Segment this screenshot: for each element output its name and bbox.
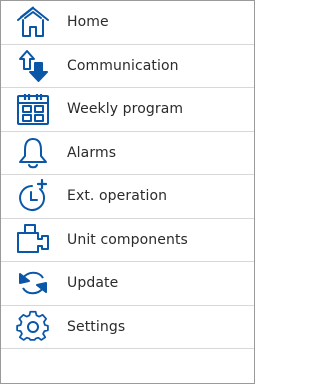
gear-icon [16,310,50,344]
side-menu-panel: Home Communication Weekly program Alarms… [0,0,255,384]
calendar-icon [16,92,50,126]
communication-icon [16,49,50,83]
menu-item-update[interactable]: Update [1,262,254,306]
menu-item-unit-components[interactable]: Unit components [1,219,254,262]
menu-item-ext-operation[interactable]: Ext. operation [1,175,254,219]
menu-item-alarms[interactable]: Alarms [1,132,254,175]
menu-item-label: Ext. operation [67,188,168,205]
bell-icon [16,136,50,170]
clock-plus-icon [16,179,50,213]
menu-item-communication[interactable]: Communication [1,45,254,88]
menu-item-settings[interactable]: Settings [1,306,254,349]
components-icon [16,223,50,257]
menu-item-label: Weekly program [67,101,184,118]
menu-item-home[interactable]: Home [1,1,254,45]
side-menu: Home Communication Weekly program Alarms… [1,1,254,349]
menu-item-label: Update [67,275,119,292]
menu-item-label: Settings [67,318,126,335]
menu-item-label: Alarms [67,144,117,161]
update-icon [16,266,50,300]
home-icon [16,5,50,39]
menu-item-label: Home [67,14,109,31]
menu-item-weekly-program[interactable]: Weekly program [1,88,254,132]
menu-item-label: Communication [67,57,179,74]
menu-item-label: Unit components [67,231,188,248]
